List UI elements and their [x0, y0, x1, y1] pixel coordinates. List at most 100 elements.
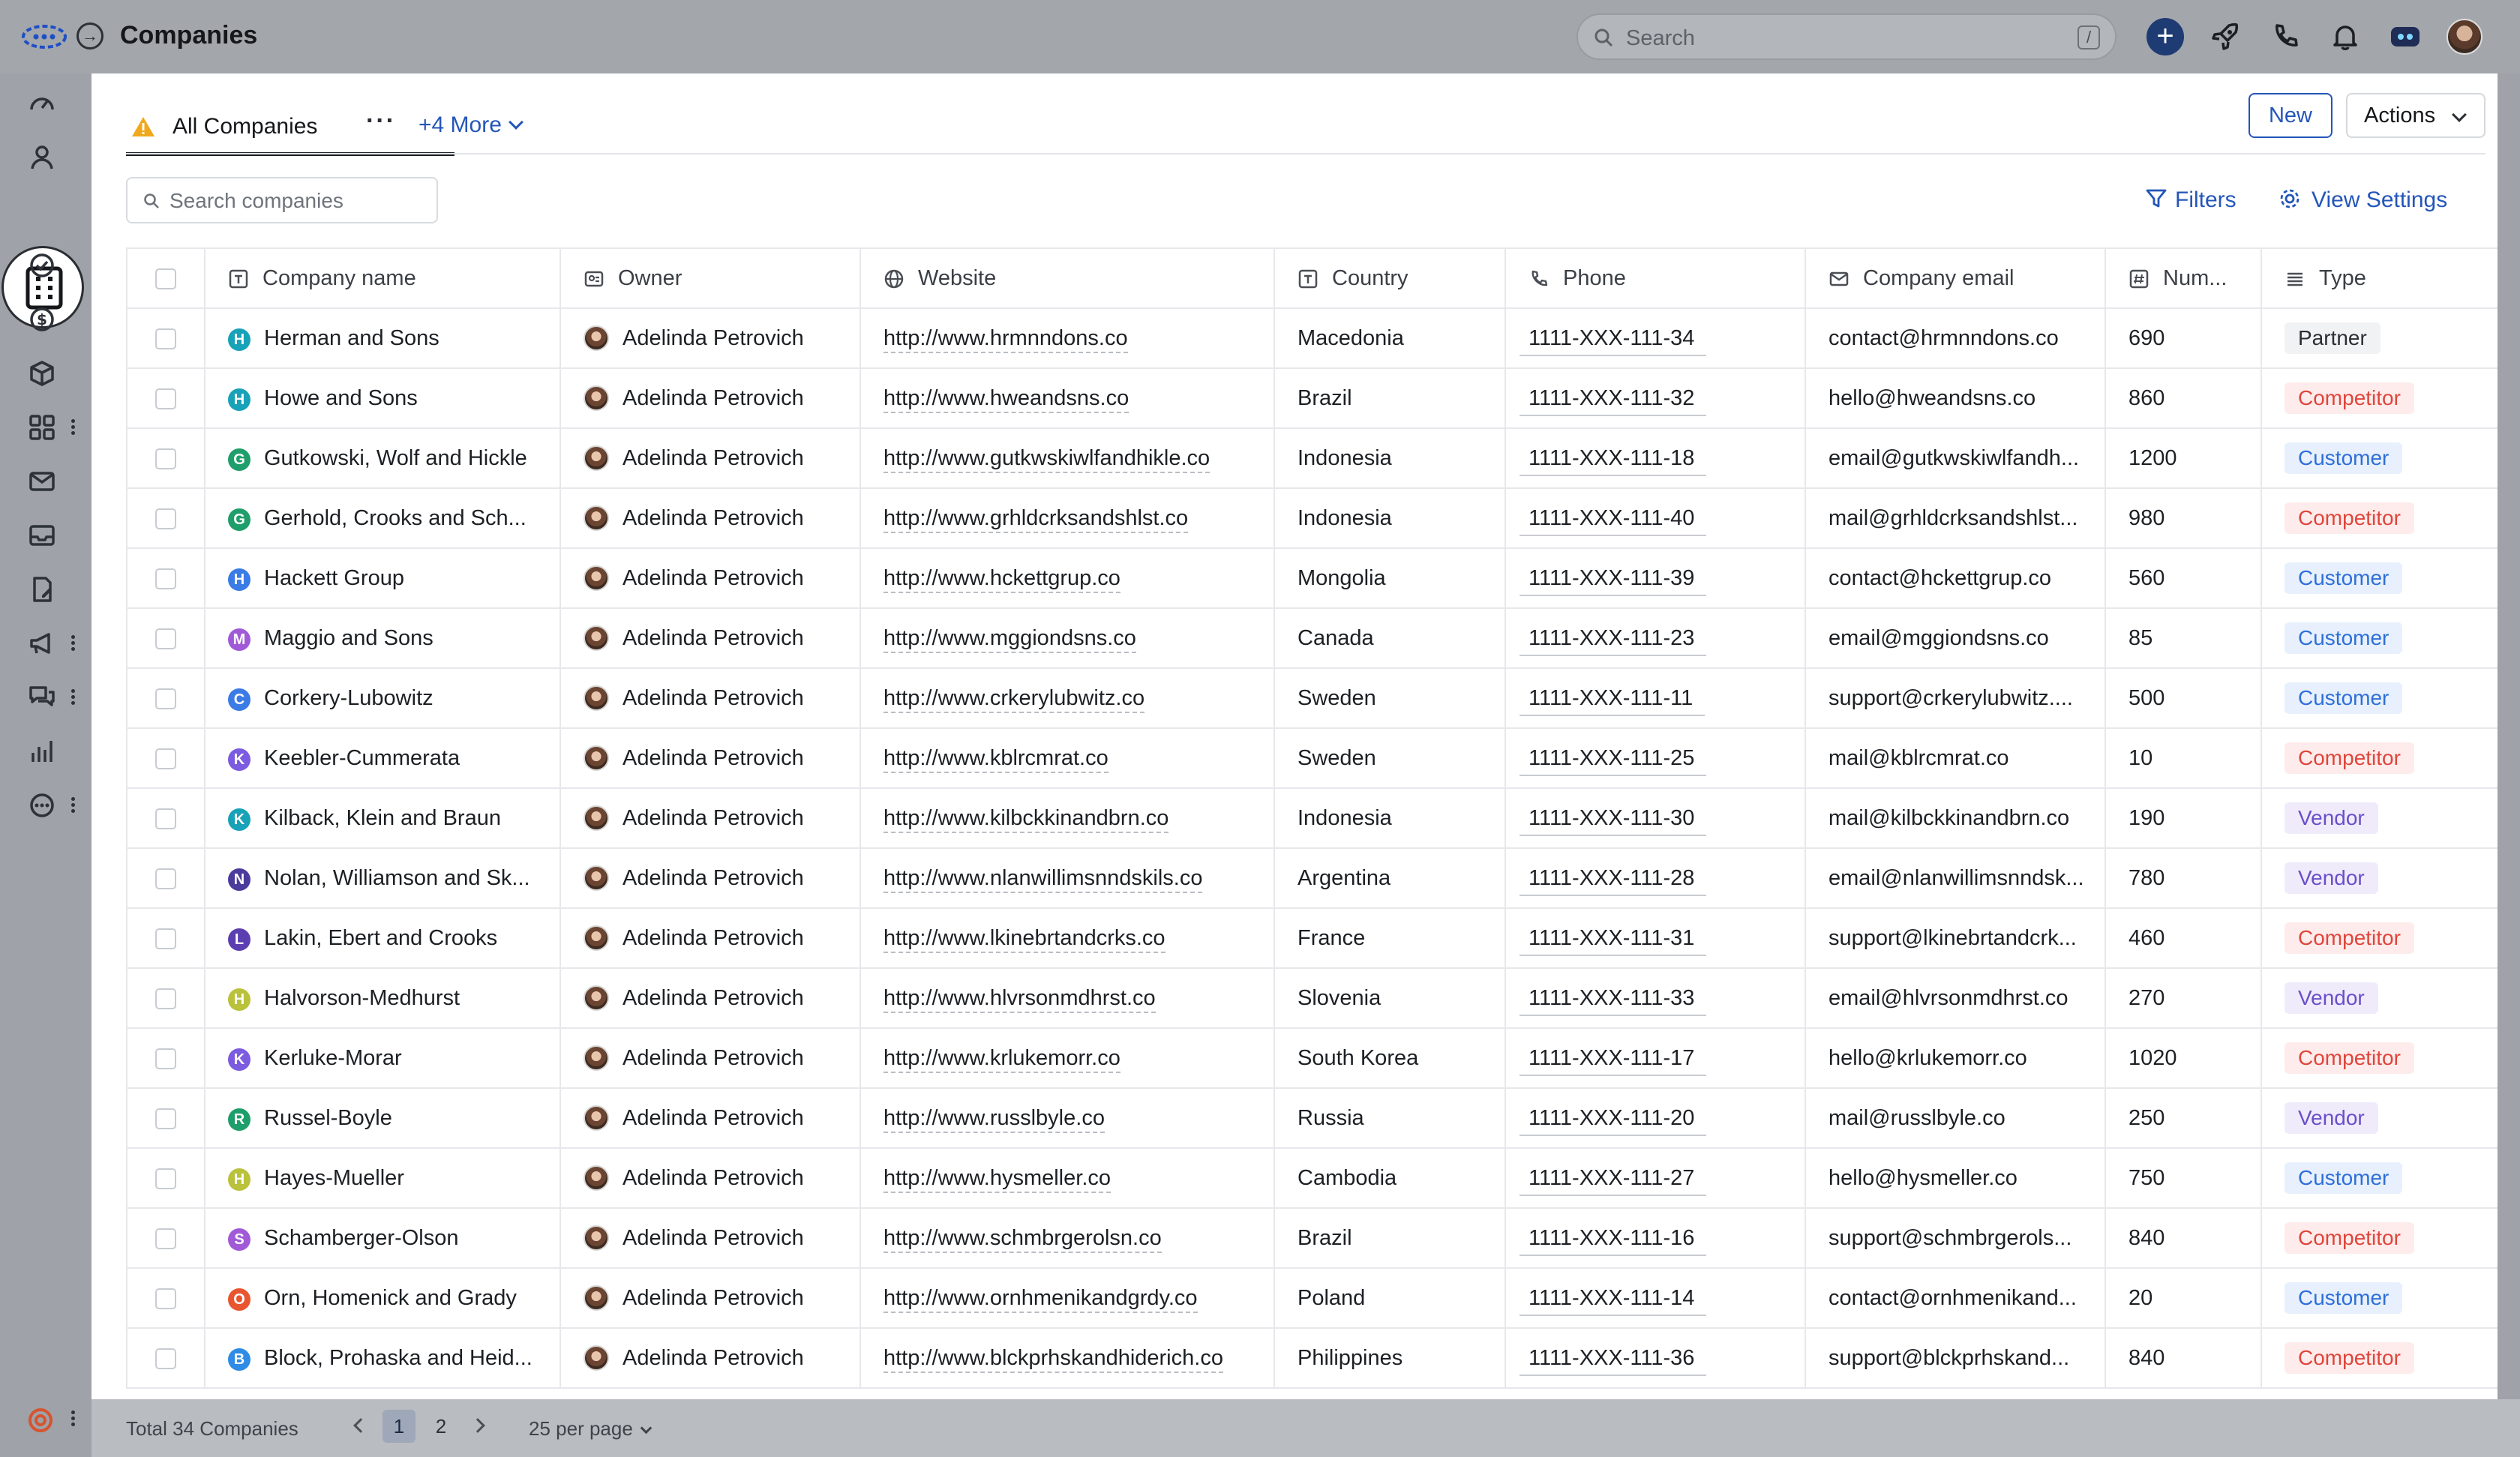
email-cell[interactable]: hello@hysmeller.co	[1805, 1148, 2106, 1209]
number-cell[interactable]: 560	[2105, 548, 2262, 609]
number-cell[interactable]: 250	[2105, 1088, 2262, 1149]
company-name-cell[interactable]: K Kilback, Klein and Braun	[205, 788, 561, 849]
company-name[interactable]: Schamberger-Olson	[264, 1226, 459, 1250]
email-value[interactable]: support@schmbrgerols...	[1828, 1226, 2072, 1250]
table-row[interactable]: K Keebler-Cummerata Adelinda Petrovich http…	[126, 728, 2498, 789]
create-button[interactable]: +	[2146, 18, 2184, 55]
row-checkbox[interactable]	[155, 328, 176, 349]
type-cell[interactable]: Vendor	[2261, 1088, 2498, 1149]
website-cell[interactable]: http://www.gutkwskiwlfandhikle.co	[860, 428, 1275, 489]
company-name[interactable]: Gutkowski, Wolf and Hickle	[264, 446, 527, 470]
filters-button[interactable]: Filters	[2146, 187, 2236, 213]
country-cell[interactable]: Argentina	[1274, 848, 1506, 909]
per-page-dropdown[interactable]: 25 per page	[529, 1417, 652, 1441]
phone-link[interactable]: 1111-XXX-111-25	[1520, 745, 1707, 776]
company-name[interactable]: Russel-Boyle	[264, 1106, 392, 1130]
owner-cell[interactable]: Adelinda Petrovich	[560, 428, 861, 489]
phone-link[interactable]: 1111-XXX-111-16	[1520, 1225, 1707, 1256]
check-circle-icon[interactable]	[27, 250, 57, 280]
app-logo-icon[interactable]	[21, 22, 68, 51]
phone-cell[interactable]: 1111-XXX-111-33	[1505, 968, 1806, 1029]
row-checkbox[interactable]	[155, 448, 176, 469]
table-row[interactable]: G Gerhold, Crooks and Sch... Adelinda Petr…	[126, 488, 2498, 549]
website-cell[interactable]: http://www.grhldcrksandshlst.co	[860, 488, 1275, 549]
page-button-2[interactable]: 2	[424, 1410, 458, 1443]
company-name[interactable]: Halvorson-Medhurst	[264, 986, 460, 1010]
email-cell[interactable]: mail@grhldcrksandshlst...	[1805, 488, 2106, 549]
company-name[interactable]: Hackett Group	[264, 566, 404, 590]
mail-icon[interactable]	[27, 466, 57, 496]
number-cell[interactable]: 750	[2105, 1148, 2262, 1209]
column-header-phone[interactable]: Phone	[1505, 247, 1806, 309]
website-link[interactable]: http://www.hweandsns.co	[884, 385, 1130, 413]
company-name-cell[interactable]: H Hackett Group	[205, 548, 561, 609]
global-search-input[interactable]: Search /	[1576, 13, 2116, 60]
table-row[interactable]: R Russel-Boyle Adelinda Petrovich http://ww…	[126, 1088, 2498, 1149]
owner-cell[interactable]: Adelinda Petrovich	[560, 488, 861, 549]
company-name-cell[interactable]: G Gerhold, Crooks and Sch...	[205, 488, 561, 549]
owner-cell[interactable]: Adelinda Petrovich	[560, 1028, 861, 1089]
country-cell[interactable]: France	[1274, 908, 1506, 969]
website-cell[interactable]: http://www.ornhmenikandgrdy.co	[860, 1268, 1275, 1329]
company-name-cell[interactable]: M Maggio and Sons	[205, 608, 561, 669]
help-more-menu[interactable]	[69, 1408, 76, 1431]
website-cell[interactable]: http://www.kblrcmrat.co	[860, 728, 1275, 789]
country-cell[interactable]: Cambodia	[1274, 1148, 1506, 1209]
owner-cell[interactable]: Adelinda Petrovich	[560, 608, 861, 669]
number-cell[interactable]: 690	[2105, 308, 2262, 369]
website-cell[interactable]: http://www.nlanwillimsnndskils.co	[860, 848, 1275, 909]
type-cell[interactable]: Competitor	[2261, 1028, 2498, 1089]
row-checkbox[interactable]	[155, 1228, 176, 1249]
phone-cell[interactable]: 1111-XXX-111-23	[1505, 608, 1806, 669]
table-row[interactable]: L Lakin, Ebert and Crooks Adelinda Petrovi…	[126, 908, 2498, 969]
document-edit-icon[interactable]	[27, 574, 57, 604]
company-name[interactable]: Herman and Sons	[264, 326, 440, 350]
company-name-cell[interactable]: C Corkery-Lubowitz	[205, 668, 561, 729]
collapse-sidebar-button[interactable]: →	[76, 22, 104, 49]
website-link[interactable]: http://www.krlukemorr.co	[884, 1045, 1120, 1073]
row-checkbox[interactable]	[155, 808, 176, 829]
owner-cell[interactable]: Adelinda Petrovich	[560, 968, 861, 1029]
bell-icon[interactable]	[2328, 19, 2362, 54]
owner-cell[interactable]: Adelinda Petrovich	[560, 1328, 861, 1389]
type-cell[interactable]: Vendor	[2261, 788, 2498, 849]
contacts-person-icon[interactable]	[27, 142, 57, 172]
phone-link[interactable]: 1111-XXX-111-18	[1520, 445, 1707, 476]
table-row[interactable]: H Howe and Sons Adelinda Petrovich http://w…	[126, 368, 2498, 429]
email-cell[interactable]: support@lkinebrtandcrk...	[1805, 908, 2106, 969]
website-link[interactable]: http://www.crkerylubwitz.co	[884, 685, 1145, 713]
dollar-circle-icon[interactable]: $	[27, 304, 57, 334]
type-cell[interactable]: Vendor	[2261, 968, 2498, 1029]
website-link[interactable]: http://www.hrmnndons.co	[884, 325, 1128, 353]
phone-cell[interactable]: 1111-XXX-111-36	[1505, 1328, 1806, 1389]
company-name[interactable]: Orn, Homenick and Grady	[264, 1286, 517, 1310]
type-cell[interactable]: Competitor	[2261, 728, 2498, 789]
website-link[interactable]: http://www.grhldcrksandshlst.co	[884, 505, 1189, 533]
table-row[interactable]: S Schamberger-Olson Adelinda Petrovich http…	[126, 1208, 2498, 1269]
type-cell[interactable]: Customer	[2261, 1148, 2498, 1209]
type-cell[interactable]: Customer	[2261, 608, 2498, 669]
owner-cell[interactable]: Adelinda Petrovich	[560, 1208, 861, 1269]
column-header-company-name[interactable]: Company name	[205, 247, 561, 309]
type-cell[interactable]: Customer	[2261, 1268, 2498, 1329]
website-link[interactable]: http://www.nlanwillimsnndskils.co	[884, 865, 1203, 893]
conversations-more-menu[interactable]	[69, 687, 76, 709]
new-company-button[interactable]: New	[2248, 93, 2332, 138]
type-cell[interactable]: Competitor	[2261, 488, 2498, 549]
owner-cell[interactable]: Adelinda Petrovich	[560, 848, 861, 909]
company-name-cell[interactable]: H Howe and Sons	[205, 368, 561, 429]
apps-more-menu[interactable]	[69, 417, 76, 439]
phone-link[interactable]: 1111-XXX-111-33	[1520, 985, 1707, 1016]
phone-cell[interactable]: 1111-XXX-111-14	[1505, 1268, 1806, 1329]
email-value[interactable]: support@blckprhskand...	[1828, 1346, 2069, 1370]
view-options-button[interactable]: ···	[366, 106, 396, 136]
website-cell[interactable]: http://www.krlukemorr.co	[860, 1028, 1275, 1089]
website-link[interactable]: http://www.blckprhskandhiderich.co	[884, 1345, 1223, 1373]
number-cell[interactable]: 190	[2105, 788, 2262, 849]
website-cell[interactable]: http://www.russlbyle.co	[860, 1088, 1275, 1149]
company-name-cell[interactable]: N Nolan, Williamson and Sk...	[205, 848, 561, 909]
phone-link[interactable]: 1111-XXX-111-31	[1520, 925, 1707, 956]
email-cell[interactable]: hello@hweandsns.co	[1805, 368, 2106, 429]
product-box-icon[interactable]	[27, 358, 57, 388]
website-link[interactable]: http://www.gutkwskiwlfandhikle.co	[884, 445, 1210, 473]
